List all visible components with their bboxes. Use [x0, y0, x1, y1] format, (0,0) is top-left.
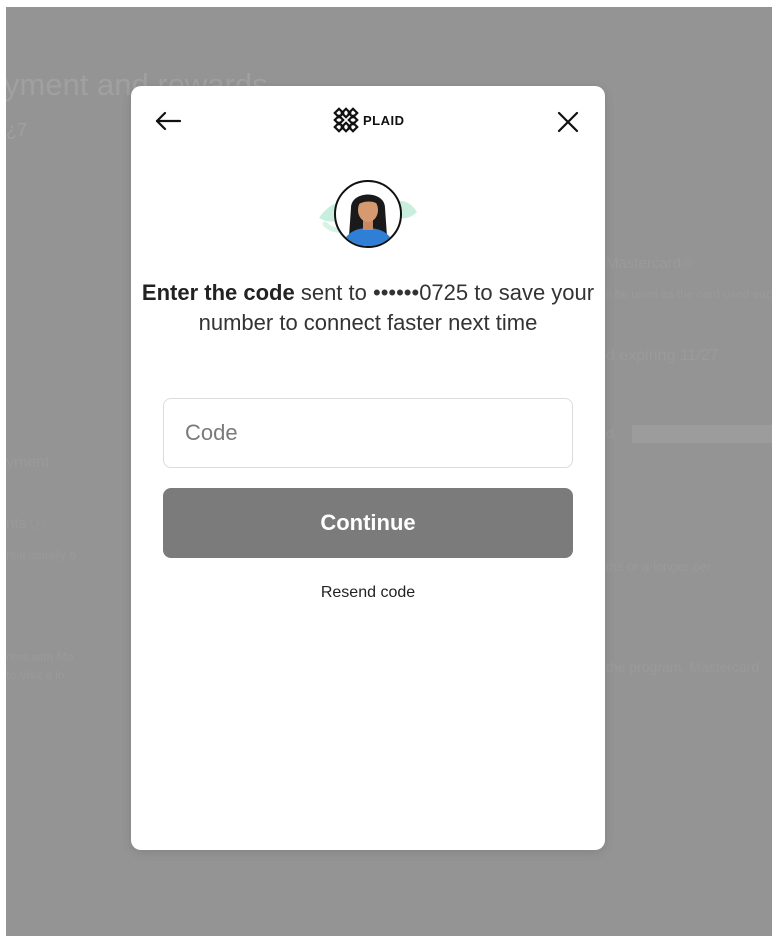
background-text: d: [606, 425, 614, 441]
back-button[interactable]: [153, 108, 183, 134]
background-text: ll be used as the card used each mon: [606, 287, 772, 301]
background-text: yment: [6, 454, 50, 471]
background-text: nts ⓘ: [6, 515, 46, 532]
arrow-left-icon: [155, 111, 182, 131]
background-text: rsal usually b: [6, 548, 77, 562]
background-text: the program. Mastercard: [606, 659, 760, 675]
close-button[interactable]: [554, 108, 582, 136]
resend-code-link[interactable]: Resend code: [131, 584, 605, 602]
plaid-logo: PLAID: [333, 107, 405, 133]
continue-button[interactable]: Continue: [163, 488, 573, 558]
logo-text: PLAID: [363, 112, 405, 128]
background-text: to Visit a lo: [6, 668, 65, 682]
code-input[interactable]: [163, 398, 573, 468]
plaid-modal: PLAID Enter the code sent to ••••••0725 …: [131, 86, 605, 850]
background-text: Mastercard®: [606, 255, 693, 272]
plaid-logo-icon: [333, 107, 359, 133]
headline-strong: Enter the code: [141, 280, 295, 305]
user-avatar: [311, 178, 425, 258]
background-text: d expiring 11/27: [606, 347, 719, 364]
headline: Enter the code sent to ••••••0725 to sav…: [131, 278, 605, 338]
background-text: ths or a longer per: [606, 559, 712, 574]
background-text: ntes with Mo: [6, 650, 74, 664]
background-bar: [632, 425, 772, 443]
avatar-illustration: [319, 180, 417, 248]
background-subheading: ¿7: [6, 120, 28, 140]
close-icon: [557, 111, 579, 133]
